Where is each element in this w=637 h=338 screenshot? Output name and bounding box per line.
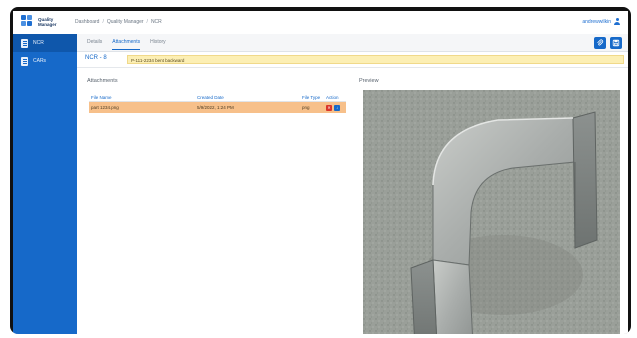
top-bar: Quality Manager Dashboard / Quality Mana… [13,11,628,35]
ncr-title: NCR - 8 [85,55,107,61]
attachments-table: File Name Created Date File Type Action … [89,93,346,113]
cell-file-type: png [302,105,310,110]
user-menu[interactable]: andrewwilkin [582,18,620,25]
sidebar-item-cars[interactable]: CARs [13,52,77,70]
breadcrumb-separator: / [146,19,148,25]
sidebar-item-ncr[interactable]: NCR [13,34,77,52]
download-icon[interactable]: ↓ [334,104,340,111]
paperclip-icon [597,39,604,46]
breadcrumb-quality-manager[interactable]: Quality Manager [107,19,144,25]
cell-file-name: part 1234.png [91,105,119,110]
breadcrumb-ncr: NCR [150,19,162,25]
tab-history[interactable]: History [150,39,166,50]
user-icon [614,18,620,25]
cell-actions: ✕ ↓ [326,104,346,111]
breadcrumb-dashboard[interactable]: Dashboard [75,19,99,25]
attach-button[interactable] [594,37,606,49]
cell-created-date: 5/9/2022, 1:24 PM [197,105,234,110]
preview-title: Preview [359,78,379,84]
tab-details[interactable]: Details [87,39,102,50]
attachments-panel: Attachments Preview File Name Created Da… [77,68,628,334]
column-header-file-type[interactable]: File Type [302,95,326,100]
bent-metal-part-image [363,90,620,334]
logo-text: Quality Manager [38,17,57,27]
breadcrumb: Dashboard / Quality Manager / NCR [75,19,162,25]
column-header-file-name[interactable]: File Name [89,95,197,100]
column-header-action: Action [326,94,339,100]
logo-line2: Manager [38,21,57,27]
ncr-description-field[interactable]: P-111-2234 bent backward [127,55,624,64]
clipboard-icon [21,56,28,66]
sidebar-item-label: NCR [33,40,44,46]
tabs: Details Attachments History [87,39,166,50]
device-frame: Quality Manager Dashboard / Quality Mana… [10,7,631,334]
tab-bar: Details Attachments History [77,34,628,52]
main-area: Details Attachments History NCR - 8 P-11… [77,34,628,334]
sidebar-item-label: CARs [33,58,47,64]
document-icon [21,38,28,48]
logo-mark-icon [21,15,34,28]
preview-image [363,90,620,334]
save-button[interactable] [610,37,622,49]
app-screen: Quality Manager Dashboard / Quality Mana… [13,11,628,334]
user-name: andrewwilkin [582,18,611,25]
tab-attachments[interactable]: Attachments [112,39,141,50]
sidebar: NCR CARs [13,34,77,334]
toolbar-actions [594,37,622,49]
table-header: File Name Created Date File Type Action [89,93,346,102]
delete-icon[interactable]: ✕ [326,104,332,111]
column-header-created-date[interactable]: Created Date [197,95,302,100]
save-icon [612,39,620,47]
attachments-title: Attachments [87,78,118,84]
table-row[interactable]: part 1234.png 5/9/2022, 1:24 PM png ✕ ↓ [89,102,346,113]
ncr-header: NCR - 8 P-111-2234 bent backward [77,52,628,68]
app-logo[interactable]: Quality Manager [21,15,57,28]
breadcrumb-separator: / [102,19,104,25]
